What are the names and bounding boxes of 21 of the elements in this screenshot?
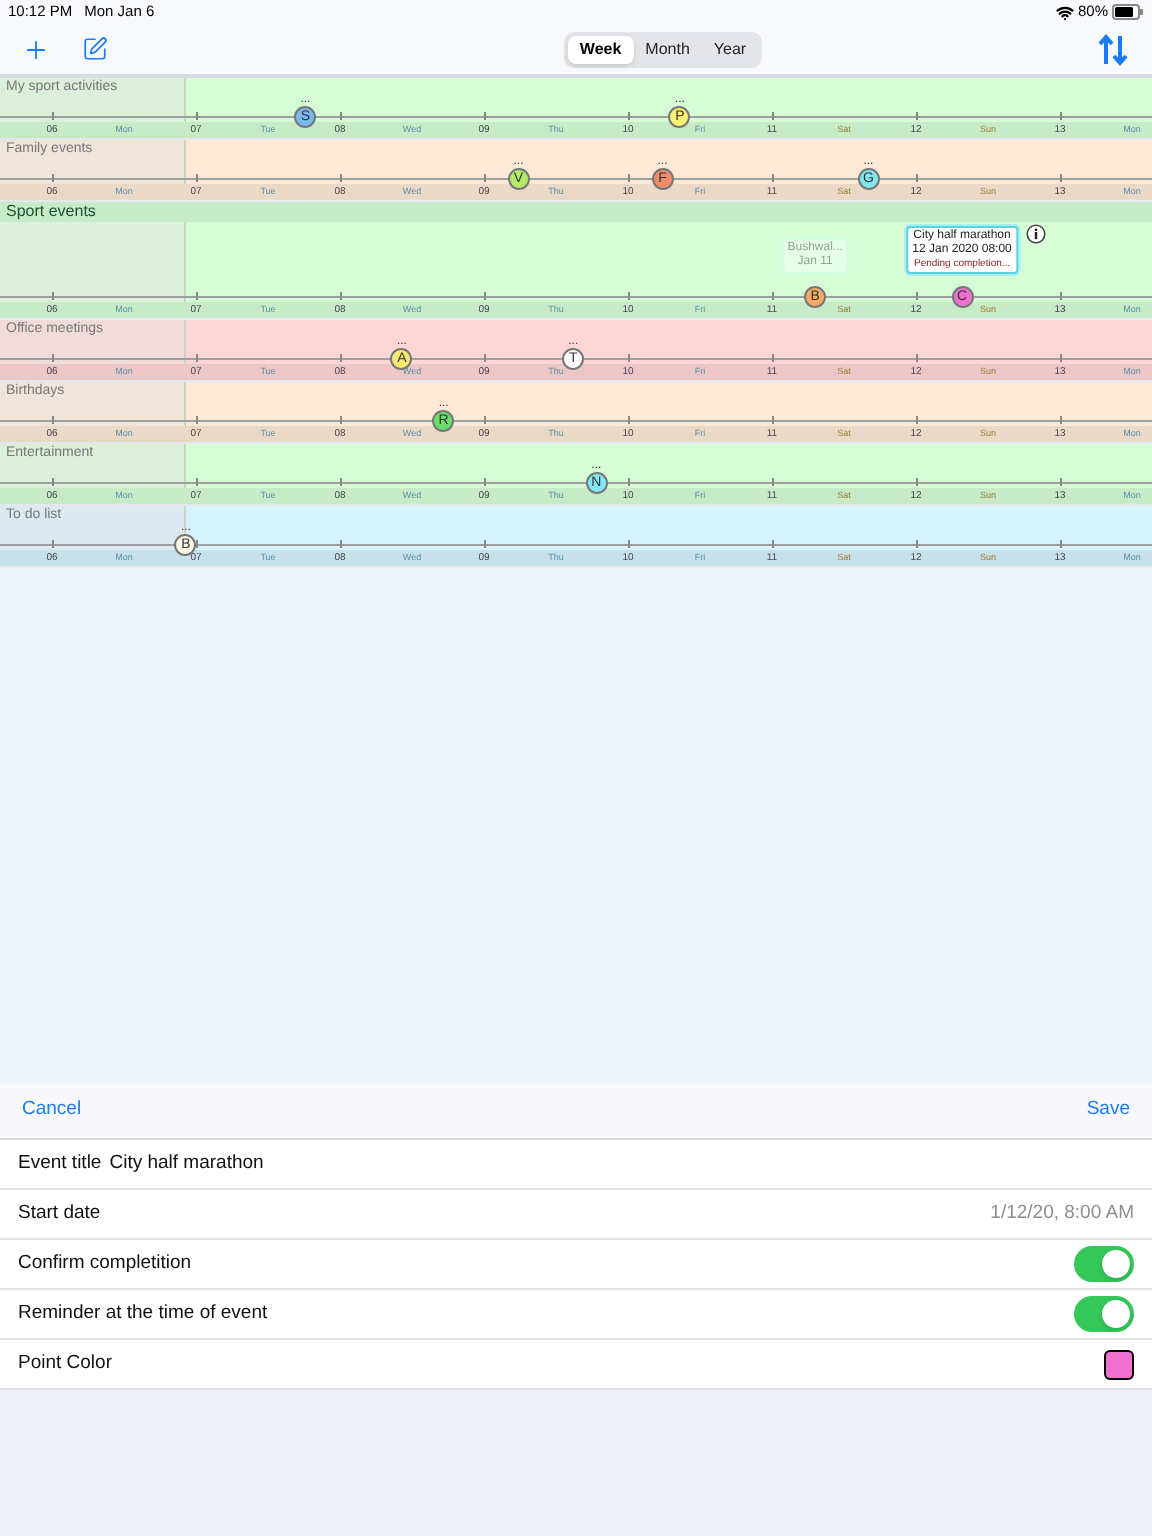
battery-icon [1112, 4, 1144, 20]
title-field[interactable]: City half marathon [109, 1149, 1134, 1179]
segment-tab[interactable]: Week [567, 35, 634, 63]
add-icon[interactable] [22, 35, 50, 63]
timeline-header[interactable]: Sport events [0, 202, 1152, 222]
row-label: Event title [18, 1149, 102, 1178]
row-label: Reminder at the time of event [18, 1299, 268, 1328]
toggle-switch[interactable] [1074, 1246, 1134, 1282]
row-label: Point Color [18, 1349, 112, 1378]
segment-tab[interactable]: Month [633, 35, 702, 63]
wifi-icon [1055, 3, 1074, 21]
info-icon[interactable] [1026, 224, 1047, 244]
segment-tab[interactable]: Year [701, 35, 759, 63]
row-label: Start date [18, 1199, 101, 1228]
save-button[interactable]: Save [1086, 1096, 1130, 1126]
toggle-switch[interactable] [1074, 1296, 1134, 1332]
cancel-button[interactable]: Cancel [22, 1096, 82, 1126]
compose-icon[interactable] [82, 36, 108, 62]
color-swatch[interactable] [1104, 1349, 1134, 1379]
sort-icon[interactable] [1097, 33, 1130, 65]
row-label: Confirm completition [18, 1249, 192, 1278]
